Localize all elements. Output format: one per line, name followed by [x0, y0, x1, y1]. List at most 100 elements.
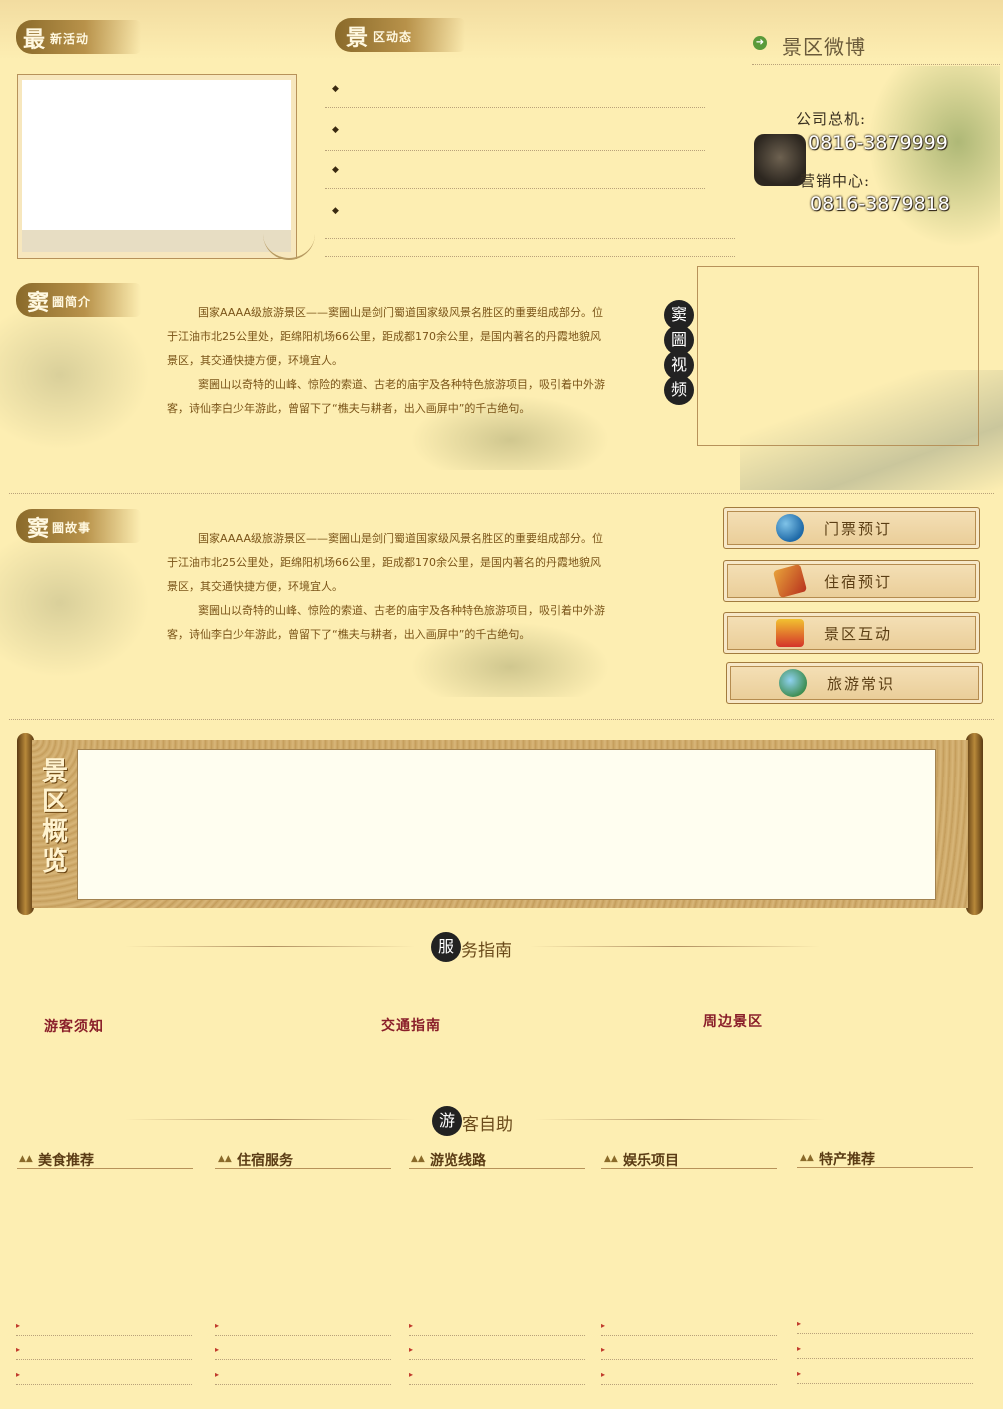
mountain-bullet-icon: ▲▲: [800, 1153, 814, 1163]
food-column-title[interactable]: 美食推荐: [38, 1150, 94, 1170]
news-bullet-icon: ◆: [332, 165, 339, 175]
service-rule-right: [530, 946, 820, 947]
lodging-booking-button[interactable]: 住宿预订: [723, 560, 980, 602]
mountain-bullet-icon: ▲▲: [19, 1154, 33, 1164]
list-item[interactable]: [409, 1384, 585, 1385]
intro-paragraph-2: 窦圌山以奇特的山峰、惊险的索道、古老的庙宇及各种特色旅游项目，吸引着中外游客，诗…: [167, 378, 605, 415]
overview-char: 景: [41, 757, 68, 787]
lodging-booking-label: 住宿预订: [824, 573, 893, 591]
ticket-booking-label: 门票预订: [824, 520, 893, 538]
list-bullet-icon: ▸: [409, 1345, 414, 1354]
weibo-title[interactable]: 景区微博: [782, 31, 866, 60]
story-header-small: 圌故事: [52, 521, 92, 535]
list-bullet-icon: ▸: [16, 1321, 21, 1330]
list-item[interactable]: [215, 1335, 391, 1336]
column-underline: [797, 1167, 973, 1168]
intro-header-small: 圌简介: [52, 295, 92, 309]
list-item[interactable]: [409, 1359, 585, 1360]
mountain-bullet-icon: ▲▲: [411, 1154, 425, 1164]
hotline-label: 公司总机:: [796, 110, 867, 128]
selfhelp-title-rest: 客自助: [462, 1115, 513, 1135]
column-underline: [601, 1168, 777, 1169]
weibo-arrow-icon[interactable]: ➜: [753, 36, 767, 50]
list-item[interactable]: [601, 1384, 777, 1385]
overview-gallery[interactable]: [77, 749, 936, 900]
list-bullet-icon: ▸: [215, 1370, 220, 1379]
overview-char: 区: [41, 787, 68, 817]
interaction-button[interactable]: 景区互动: [723, 612, 980, 654]
sales-number: 0816-3879818: [810, 193, 950, 215]
list-item[interactable]: [215, 1384, 391, 1385]
intro-text: 国家AAAA级旅游景区——窦圌山是剑门蜀道国家级风景名胜区的重要组成部分。位于江…: [167, 301, 607, 421]
selfhelp-rule-left: [125, 1119, 415, 1120]
story-paragraph-1: 国家AAAA级旅游景区——窦圌山是剑门蜀道国家级风景名胜区的重要组成部分。位于江…: [167, 532, 604, 593]
visitor-notice-link[interactable]: 游客须知: [44, 1016, 104, 1036]
travel-tips-button[interactable]: 旅游常识: [726, 662, 983, 704]
overview-char: 览: [41, 847, 68, 877]
list-item[interactable]: [601, 1335, 777, 1336]
ticket-booking-button[interactable]: 门票预订: [723, 507, 980, 549]
section-divider: [9, 493, 994, 494]
latest-events-image[interactable]: [22, 80, 291, 230]
hotline-number: 0816-3879999: [808, 132, 948, 154]
scenic-news-header-small: 区动态: [373, 30, 413, 44]
service-rule-left: [125, 946, 415, 947]
nearby-scenic-link[interactable]: 周边景区: [703, 1011, 763, 1031]
selfhelp-title-char: 游: [432, 1106, 462, 1136]
column-underline: [17, 1168, 193, 1169]
service-title-char: 服: [431, 932, 461, 962]
latest-events-header-small: 新活动: [50, 32, 90, 46]
list-item[interactable]: [601, 1359, 777, 1360]
column-underline: [409, 1168, 585, 1169]
news-divider: [325, 150, 705, 151]
news-divider: [325, 188, 705, 189]
video-player[interactable]: [697, 266, 979, 446]
latest-events-header-big: 最: [23, 27, 47, 53]
traffic-guide-link[interactable]: 交通指南: [381, 1015, 441, 1035]
overview-title: 景 区 概 览: [38, 757, 72, 877]
section-divider: [9, 719, 994, 720]
list-bullet-icon: ▸: [16, 1345, 21, 1354]
bamboo-painting: [860, 66, 1000, 256]
story-paragraph-2: 窦圌山以奇特的山峰、惊险的索道、古老的庙宇及各种特色旅游项目，吸引着中外游客，诗…: [167, 604, 605, 641]
list-item[interactable]: [215, 1359, 391, 1360]
news-bullet-icon: ◆: [332, 206, 339, 216]
list-bullet-icon: ▸: [409, 1321, 414, 1330]
list-bullet-icon: ▸: [797, 1344, 802, 1353]
mountain-bullet-icon: ▲▲: [218, 1154, 232, 1164]
list-item[interactable]: [16, 1335, 192, 1336]
list-item[interactable]: [16, 1359, 192, 1360]
list-bullet-icon: ▸: [601, 1345, 606, 1354]
travel-tips-label: 旅游常识: [827, 675, 896, 693]
landscape-painting-left-story: [0, 528, 150, 678]
sales-label: 营销中心:: [800, 172, 871, 190]
list-item[interactable]: [797, 1333, 973, 1334]
list-bullet-icon: ▸: [797, 1369, 802, 1378]
list-bullet-icon: ▸: [16, 1370, 21, 1379]
plane-icon: [779, 669, 807, 697]
list-item[interactable]: [16, 1384, 192, 1385]
intro-header-big: 窦: [27, 290, 51, 316]
mountain-bullet-icon: ▲▲: [604, 1154, 618, 1164]
card-icon: [772, 563, 808, 599]
video-char: 频: [664, 375, 694, 405]
list-item[interactable]: [797, 1358, 973, 1359]
news-divider: [325, 256, 735, 257]
list-item[interactable]: [797, 1383, 973, 1384]
landscape-painting-left: [0, 300, 150, 450]
lodging-column-title[interactable]: 住宿服务: [237, 1150, 293, 1170]
scroll-rod-right: [966, 733, 983, 915]
scenic-news-header-big: 景: [346, 25, 370, 51]
story-header-big: 窦: [27, 516, 51, 542]
service-title-rest: 务指南: [461, 941, 512, 961]
specialty-column-title[interactable]: 特产推荐: [819, 1149, 875, 1169]
entertainment-column-title[interactable]: 娱乐项目: [623, 1150, 679, 1170]
telephone-icon: [754, 134, 806, 186]
selfhelp-rule-right: [535, 1119, 825, 1120]
list-bullet-icon: ▸: [409, 1370, 414, 1379]
news-bullet-icon: ◆: [332, 125, 339, 135]
list-item[interactable]: [409, 1335, 585, 1336]
tour-route-column-title[interactable]: 游览线路: [430, 1150, 486, 1170]
interaction-label: 景区互动: [824, 625, 893, 643]
weibo-divider: [752, 64, 1000, 65]
